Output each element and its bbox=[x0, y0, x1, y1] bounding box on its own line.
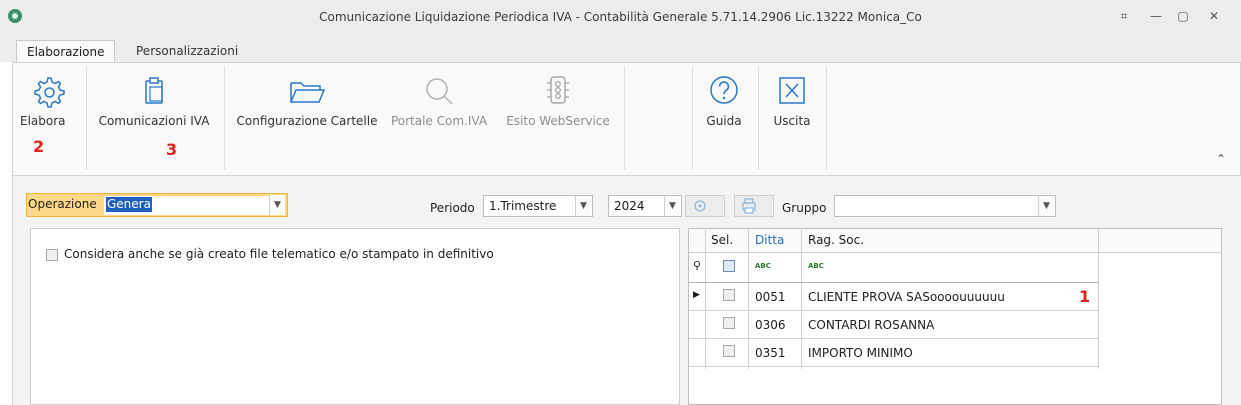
comunicazioni-iva-button[interactable]: Comunicazioni IVA bbox=[94, 74, 214, 128]
row-ditta[interactable]: 0306 bbox=[755, 318, 786, 332]
maximize-button[interactable]: ▢ bbox=[1174, 8, 1192, 24]
annotation-marker-3: 3 bbox=[166, 140, 178, 159]
close-button[interactable]: ✕ bbox=[1205, 8, 1223, 24]
ribbon-separator bbox=[758, 66, 759, 170]
ribbon-separator bbox=[692, 66, 693, 170]
column-header-rag-soc[interactable]: Rag. Soc. bbox=[808, 229, 865, 252]
portale-com-iva-button[interactable]: Portale Com.IVA bbox=[386, 74, 492, 128]
esito-webservice-button[interactable]: Esito WebService bbox=[496, 74, 620, 128]
row-sel-checkbox[interactable] bbox=[723, 289, 735, 301]
row-ditta[interactable]: 0351 bbox=[755, 346, 786, 360]
configurazione-cartelle-button[interactable]: Configurazione Cartelle bbox=[234, 74, 380, 128]
operazione-dropdown-icon[interactable]: ▼ bbox=[269, 195, 285, 215]
gruppo-dropdown-icon[interactable]: ▼ bbox=[1038, 196, 1054, 216]
row-rag-soc[interactable]: IMPORTO MINIMO bbox=[808, 346, 913, 360]
restore-layout-icon[interactable]: ⌗ bbox=[1115, 8, 1133, 24]
comunicazioni-iva-label: Comunicazioni IVA bbox=[98, 114, 210, 128]
considera-label: Considera anche se già creato file telem… bbox=[64, 247, 494, 261]
row-rag-soc[interactable]: CONTARDI ROSANNA bbox=[808, 318, 934, 332]
grid-line bbox=[689, 366, 1098, 367]
gear-icon bbox=[34, 77, 65, 108]
window-title: Comunicazione Liquidazione Periodica IVA… bbox=[319, 10, 922, 24]
current-row-indicator-icon: ▶ bbox=[693, 290, 700, 300]
column-header-sel[interactable]: Sel. bbox=[711, 229, 734, 252]
gruppo-select[interactable] bbox=[834, 195, 1056, 217]
folder-icon bbox=[290, 82, 326, 103]
periodo-dropdown-icon[interactable]: ▼ bbox=[575, 196, 591, 216]
elabora-button[interactable]: Elabora bbox=[20, 74, 76, 128]
collapse-ribbon-icon[interactable]: ⌃ bbox=[1216, 152, 1226, 166]
ditte-grid bbox=[688, 228, 1222, 405]
clipboard-icon bbox=[145, 77, 163, 104]
column-header-ditta[interactable]: Ditta bbox=[755, 229, 785, 252]
ribbon-separator bbox=[224, 66, 225, 170]
elabora-label: Elabora bbox=[20, 114, 66, 128]
annotation-marker-2: 2 bbox=[33, 137, 45, 156]
operazione-value[interactable]: Genera bbox=[106, 197, 152, 212]
grid-line bbox=[801, 229, 802, 369]
wheel-button[interactable] bbox=[685, 195, 725, 217]
grid-line bbox=[689, 282, 1098, 283]
operazione-label: Operazione bbox=[28, 197, 97, 211]
guida-button[interactable]: Guida bbox=[698, 74, 750, 128]
grid-line bbox=[689, 310, 1098, 311]
portale-com-iva-label: Portale Com.IVA bbox=[390, 114, 488, 128]
uscita-button[interactable]: Uscita bbox=[764, 74, 820, 128]
anno-dropdown-icon[interactable]: ▼ bbox=[664, 196, 680, 216]
periodo-label: Periodo bbox=[430, 201, 475, 215]
considera-checkbox[interactable] bbox=[46, 249, 58, 261]
row-ditta[interactable]: 0051 bbox=[755, 290, 786, 304]
help-circle-icon bbox=[710, 76, 738, 104]
periodo-value: 1.Trimestre bbox=[489, 199, 557, 213]
row-rag-soc[interactable]: CLIENTE PROVA SASoooouuuuuu bbox=[808, 290, 1005, 304]
filter-sel-checkbox[interactable] bbox=[723, 260, 735, 272]
grid-line bbox=[705, 229, 706, 369]
minimize-button[interactable]: — bbox=[1147, 8, 1165, 24]
gruppo-label: Gruppo bbox=[782, 201, 827, 215]
uscita-label: Uscita bbox=[773, 114, 811, 128]
filter-rag-soc-badge[interactable]: ABC bbox=[808, 262, 824, 270]
tab-personalizzazioni[interactable]: Personalizzazioni bbox=[126, 40, 248, 62]
exit-x-icon bbox=[779, 77, 805, 104]
anno-value: 2024 bbox=[614, 199, 645, 213]
filter-ditta-badge[interactable]: ABC bbox=[755, 262, 771, 270]
grid-line bbox=[748, 229, 749, 369]
print-button[interactable] bbox=[734, 195, 774, 217]
configurazione-cartelle-label: Configurazione Cartelle bbox=[236, 114, 378, 128]
annotation-marker-1: 1 bbox=[1079, 287, 1091, 306]
row-sel-checkbox[interactable] bbox=[723, 345, 735, 357]
ribbon-separator bbox=[624, 66, 625, 170]
row-sel-checkbox[interactable] bbox=[723, 317, 735, 329]
grid-line bbox=[689, 338, 1098, 339]
server-icon bbox=[547, 76, 569, 104]
filter-row-pin-icon: ⚲ bbox=[693, 259, 702, 272]
magnifier-icon bbox=[426, 78, 453, 105]
asterisk-wheel-icon bbox=[694, 200, 706, 212]
guida-label: Guida bbox=[706, 114, 742, 128]
ribbon-separator bbox=[826, 66, 827, 170]
printer-icon bbox=[742, 198, 756, 214]
grid-line bbox=[1098, 229, 1099, 369]
tab-elaborazione[interactable]: Elaborazione bbox=[16, 40, 116, 64]
ribbon-separator bbox=[86, 66, 87, 170]
grid-line bbox=[689, 252, 1221, 253]
esito-webservice-label: Esito WebService bbox=[506, 114, 610, 128]
